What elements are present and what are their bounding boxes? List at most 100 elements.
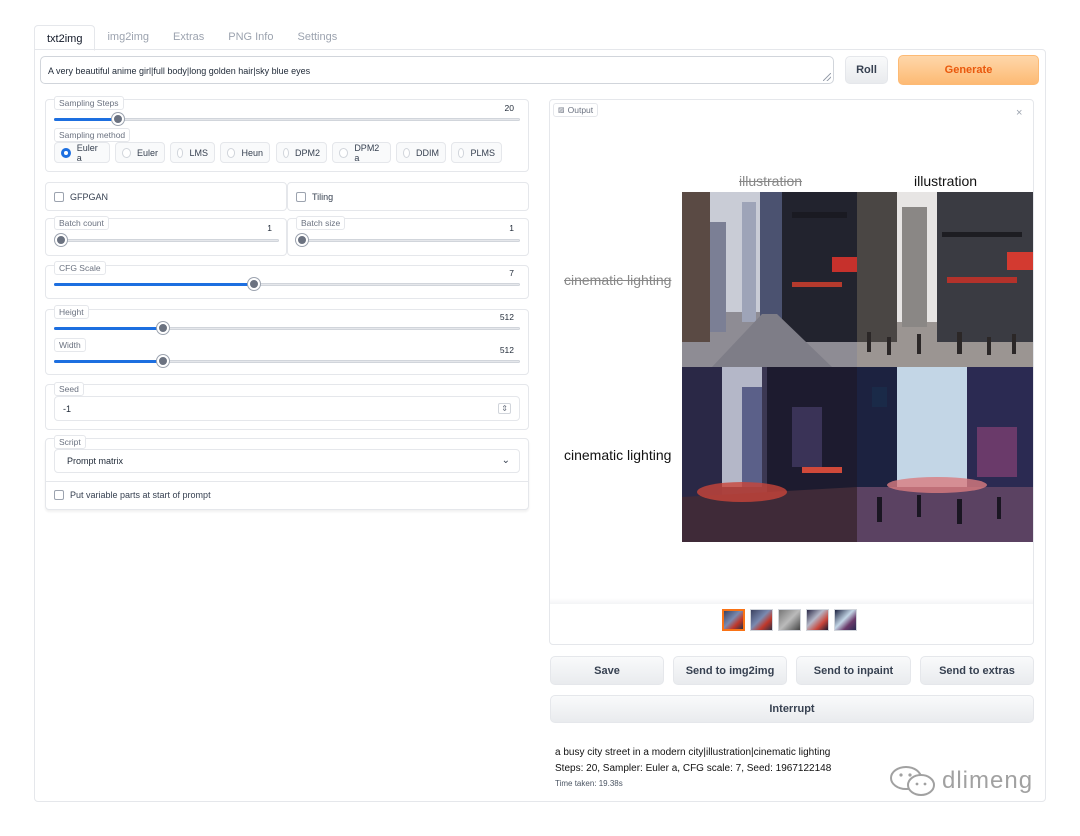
width-label: Width <box>54 338 86 352</box>
generated-image[interactable] <box>682 192 857 367</box>
batch-size-label: Batch size <box>296 216 346 230</box>
radio-euler-a[interactable]: Euler a <box>54 142 110 163</box>
send-to-img2img-button[interactable]: Send to img2img <box>673 656 787 685</box>
prompt-input[interactable]: A very beautiful anime girl|full body|lo… <box>40 56 834 84</box>
send-to-extras-button[interactable]: Send to extras <box>920 656 1034 685</box>
radio-dot-icon <box>283 147 289 158</box>
tiling-checkbox[interactable] <box>296 192 306 202</box>
thumbnail[interactable] <box>750 609 773 631</box>
chevron-down-icon: ⌄ <box>501 455 510 466</box>
radio-dpm2[interactable]: DPM2 <box>276 142 327 163</box>
generation-prompt: a busy city street in a modern city|illu… <box>555 747 831 758</box>
cfg-scale-thumb[interactable] <box>248 278 260 290</box>
send-to-inpaint-button[interactable]: Send to inpaint <box>796 656 911 685</box>
thumbnail[interactable] <box>806 609 829 631</box>
batch-size-value[interactable]: 1 <box>482 223 514 233</box>
time-taken: Time taken: 19.38s <box>555 779 623 788</box>
thumbnail-strip <box>722 609 857 631</box>
radio-label: LMS <box>189 147 208 158</box>
cfg-scale-panel <box>45 265 529 299</box>
batch-size-thumb[interactable] <box>296 234 308 246</box>
seed-input[interactable]: -1 ⇕ <box>54 396 520 421</box>
height-label: Height <box>54 305 89 319</box>
radio-dpm2-a[interactable]: DPM2 a <box>332 142 391 163</box>
sampling-steps-thumb[interactable] <box>112 113 124 125</box>
batch-size-slider[interactable] <box>300 239 520 242</box>
width-value[interactable]: 512 <box>480 345 514 355</box>
radio-dot-icon <box>61 147 71 158</box>
output-label-badge: ▨ Output <box>553 103 599 117</box>
thumbnail[interactable] <box>834 609 857 631</box>
divider <box>46 481 528 482</box>
script-label: Script <box>54 435 86 449</box>
watermark-text: dlimeng <box>942 767 1034 794</box>
gallery-divider <box>550 598 1033 604</box>
matrix-row-header: cinematic lighting <box>564 272 672 288</box>
radio-ddim[interactable]: DDIM <box>396 142 446 163</box>
generated-image[interactable] <box>682 367 857 542</box>
tab-img2img[interactable]: img2img <box>95 24 161 50</box>
tiling-label: Tiling <box>312 192 334 202</box>
sampling-steps-value[interactable]: 20 <box>480 103 514 113</box>
sampling-steps-label: Sampling Steps <box>54 96 124 110</box>
radio-label: Euler <box>136 147 158 158</box>
height-value[interactable]: 512 <box>480 312 514 322</box>
chat-bubbles-icon <box>890 766 935 796</box>
script-select[interactable]: Prompt matrix ⌄ <box>54 449 520 473</box>
batch-count-thumb[interactable] <box>55 234 67 246</box>
tab-settings[interactable]: Settings <box>285 24 349 50</box>
close-icon[interactable]: × <box>1016 107 1022 119</box>
spinner-icon[interactable]: ⇕ <box>498 403 511 414</box>
sampling-method-label: Sampling method <box>54 128 131 142</box>
radio-label: Heun <box>241 147 263 158</box>
sampling-steps-fill <box>54 118 118 121</box>
width-fill <box>54 360 163 363</box>
generation-params: Steps: 20, Sampler: Euler a, CFG scale: … <box>555 763 832 774</box>
thumbnail[interactable] <box>778 609 801 631</box>
radio-dot-icon <box>339 147 349 158</box>
radio-dot-icon <box>458 147 465 158</box>
roll-button[interactable]: Roll <box>845 56 888 84</box>
interrupt-button[interactable]: Interrupt <box>550 695 1034 723</box>
resize-handle-icon[interactable] <box>823 73 831 81</box>
script-selected: Prompt matrix <box>67 456 124 466</box>
save-button[interactable]: Save <box>550 656 664 685</box>
cfg-scale-fill <box>54 283 254 286</box>
generated-image[interactable] <box>857 367 1033 542</box>
batch-count-label: Batch count <box>54 216 109 230</box>
variable-parts-checkbox[interactable] <box>54 490 64 500</box>
height-fill <box>54 327 163 330</box>
generate-button[interactable]: Generate <box>898 55 1039 85</box>
tab-bar: txt2img img2img Extras PNG Info Settings <box>34 24 349 51</box>
variable-parts-label: Put variable parts at start of prompt <box>70 490 211 500</box>
output-label: Output <box>567 105 594 115</box>
tab-extras[interactable]: Extras <box>161 24 216 50</box>
radio-plms[interactable]: PLMS <box>451 142 502 163</box>
radio-dot-icon <box>403 147 410 158</box>
matrix-col-header: illustration <box>914 173 978 189</box>
generated-image[interactable] <box>857 192 1033 367</box>
radio-euler[interactable]: Euler <box>115 142 165 163</box>
width-thumb[interactable] <box>157 355 169 367</box>
tab-txt2img[interactable]: txt2img <box>34 25 96 51</box>
tab-png-info[interactable]: PNG Info <box>216 24 285 50</box>
radio-label: PLMS <box>470 147 495 158</box>
watermark: dlimeng <box>888 764 1033 798</box>
batch-count-value[interactable]: 1 <box>240 223 272 233</box>
gfpgan-checkbox[interactable] <box>54 192 64 202</box>
radio-label: DPM2 <box>294 147 320 158</box>
height-thumb[interactable] <box>157 322 169 334</box>
thumbnail[interactable] <box>722 609 745 631</box>
dimensions-panel <box>45 309 529 375</box>
cfg-scale-value[interactable]: 7 <box>480 268 514 278</box>
radio-heun[interactable]: Heun <box>220 142 270 163</box>
batch-count-slider[interactable] <box>58 239 279 242</box>
radio-dot-icon <box>177 147 184 158</box>
radio-lms[interactable]: LMS <box>170 142 215 163</box>
matrix-col-header: illustration <box>739 173 803 189</box>
seed-value: -1 <box>63 403 72 414</box>
matrix-row-header: cinematic lighting <box>564 447 672 463</box>
radio-label: DDIM <box>416 147 439 158</box>
gfpgan-label: GFPGAN <box>70 192 109 202</box>
seed-label: Seed <box>54 382 84 396</box>
